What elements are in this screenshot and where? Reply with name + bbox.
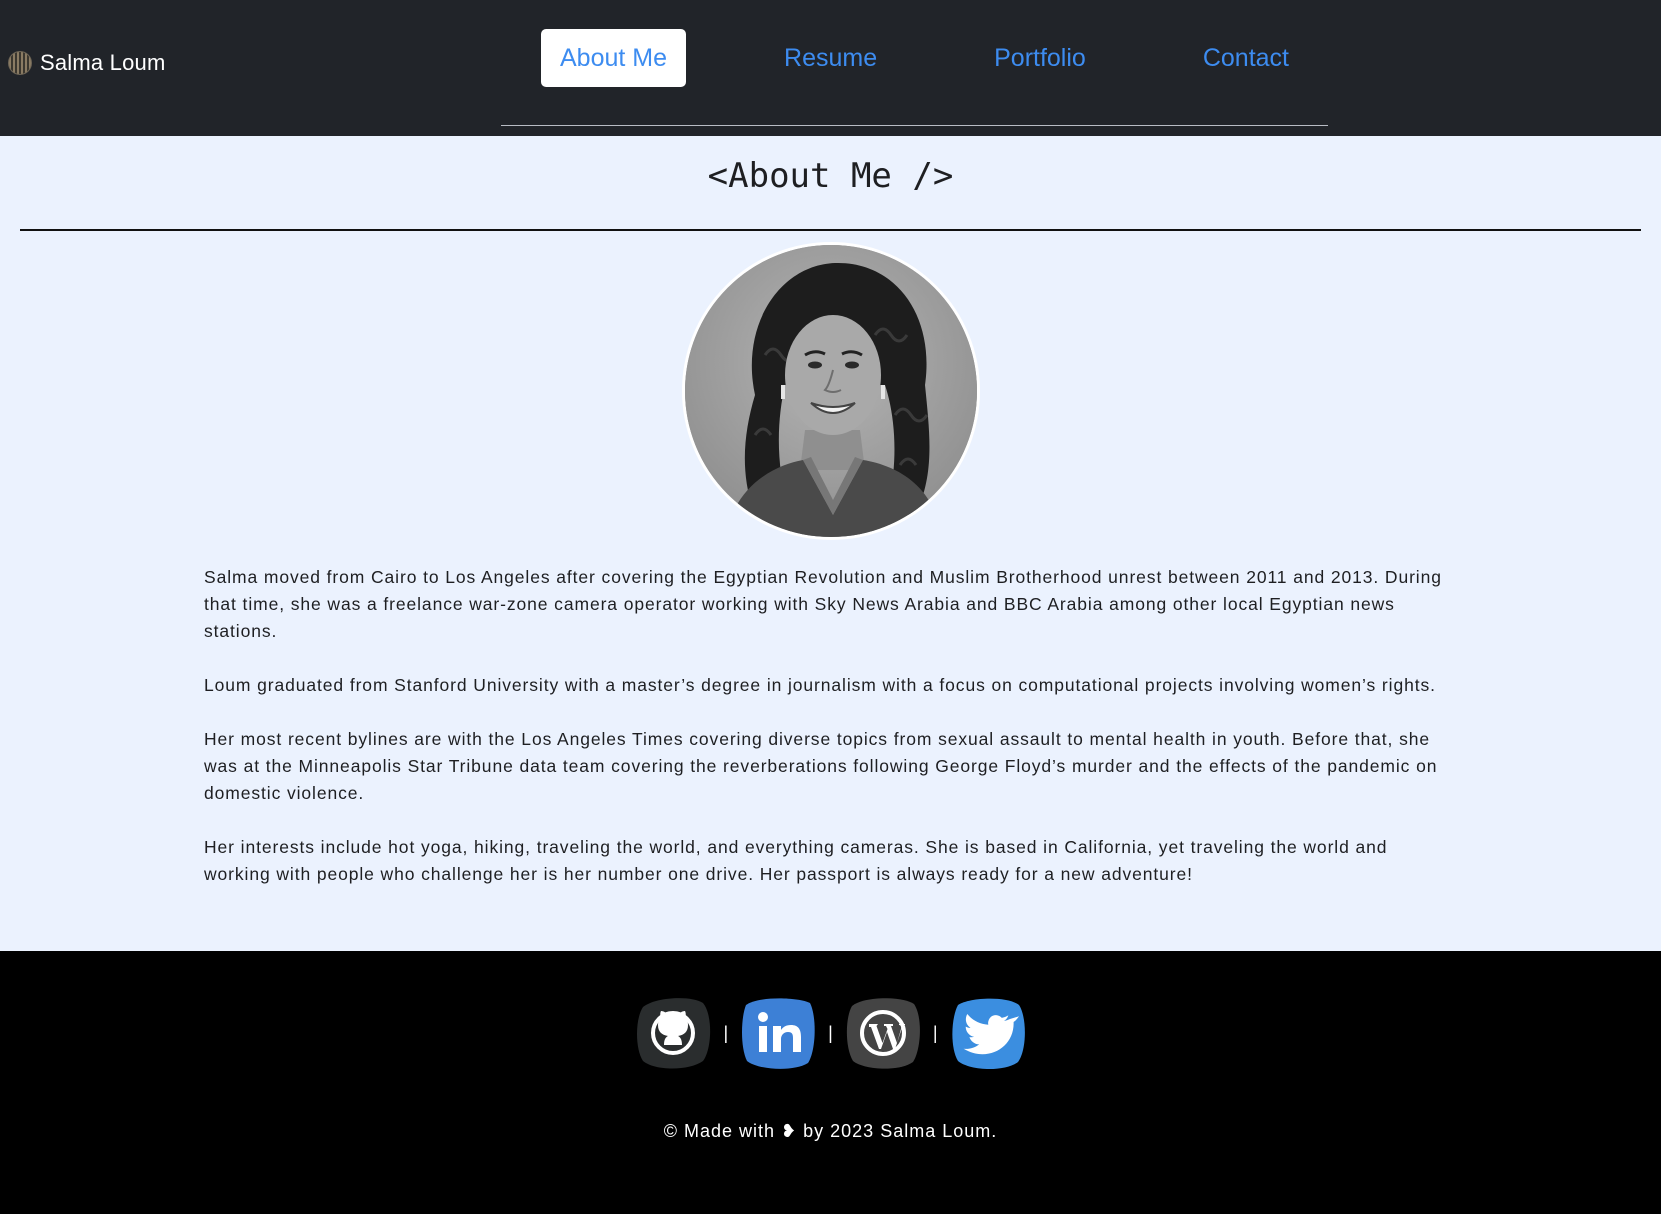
nav-link-resume[interactable]: Resume [765, 29, 896, 87]
linkedin-link[interactable] [738, 993, 818, 1073]
social-separator: | [723, 1022, 729, 1043]
brand[interactable]: Salma Loum [8, 50, 166, 76]
brand-name[interactable]: Salma Loum [40, 50, 166, 76]
brand-logo-icon [8, 51, 32, 75]
portrait-image [685, 245, 977, 537]
linkedin-icon [742, 998, 815, 1069]
profile-photo [682, 242, 980, 540]
nav-link-about[interactable]: About Me [541, 29, 687, 87]
bio-paragraph: Her interests include hot yoga, hiking, … [204, 837, 1388, 884]
about-section: <About Me /> Salma moved from Cairo to L… [0, 136, 1661, 951]
nav-link-contact[interactable]: Contact [1184, 29, 1308, 87]
bio-paragraph: Loum graduated from Stanford University … [204, 675, 1436, 695]
nav-link-portfolio[interactable]: Portfolio [975, 29, 1105, 87]
social-separator: | [828, 1022, 833, 1043]
footer: | | | © Made with ❥ by 2023 Salma Loum. [0, 951, 1661, 1214]
social-links: | | | [0, 993, 1661, 1073]
copyright-text: © Made with ❥ by 2023 Salma Loum. [663, 1121, 998, 1141]
bio-text: Salma moved from Cairo to Los Angeles af… [204, 564, 1454, 915]
twitter-link[interactable] [948, 993, 1028, 1073]
page-title: <About Me /> [707, 156, 954, 196]
main-nav: About Me Resume Portfolio Contact [541, 29, 1308, 87]
navbar: Salma Loum About Me Resume Portfolio Con… [0, 0, 1661, 136]
nav-divider [501, 125, 1328, 126]
bio-paragraph: Her most recent bylines are with the Los… [204, 729, 1438, 803]
bio-paragraph: Salma moved from Cairo to Los Angeles af… [204, 567, 1442, 641]
github-link[interactable] [633, 993, 713, 1073]
wordpress-icon [846, 998, 920, 1069]
github-icon [637, 998, 711, 1069]
title-divider [20, 229, 1641, 231]
wordpress-link[interactable] [843, 993, 923, 1073]
twitter-icon [951, 998, 1025, 1070]
social-separator: | [932, 1022, 938, 1043]
